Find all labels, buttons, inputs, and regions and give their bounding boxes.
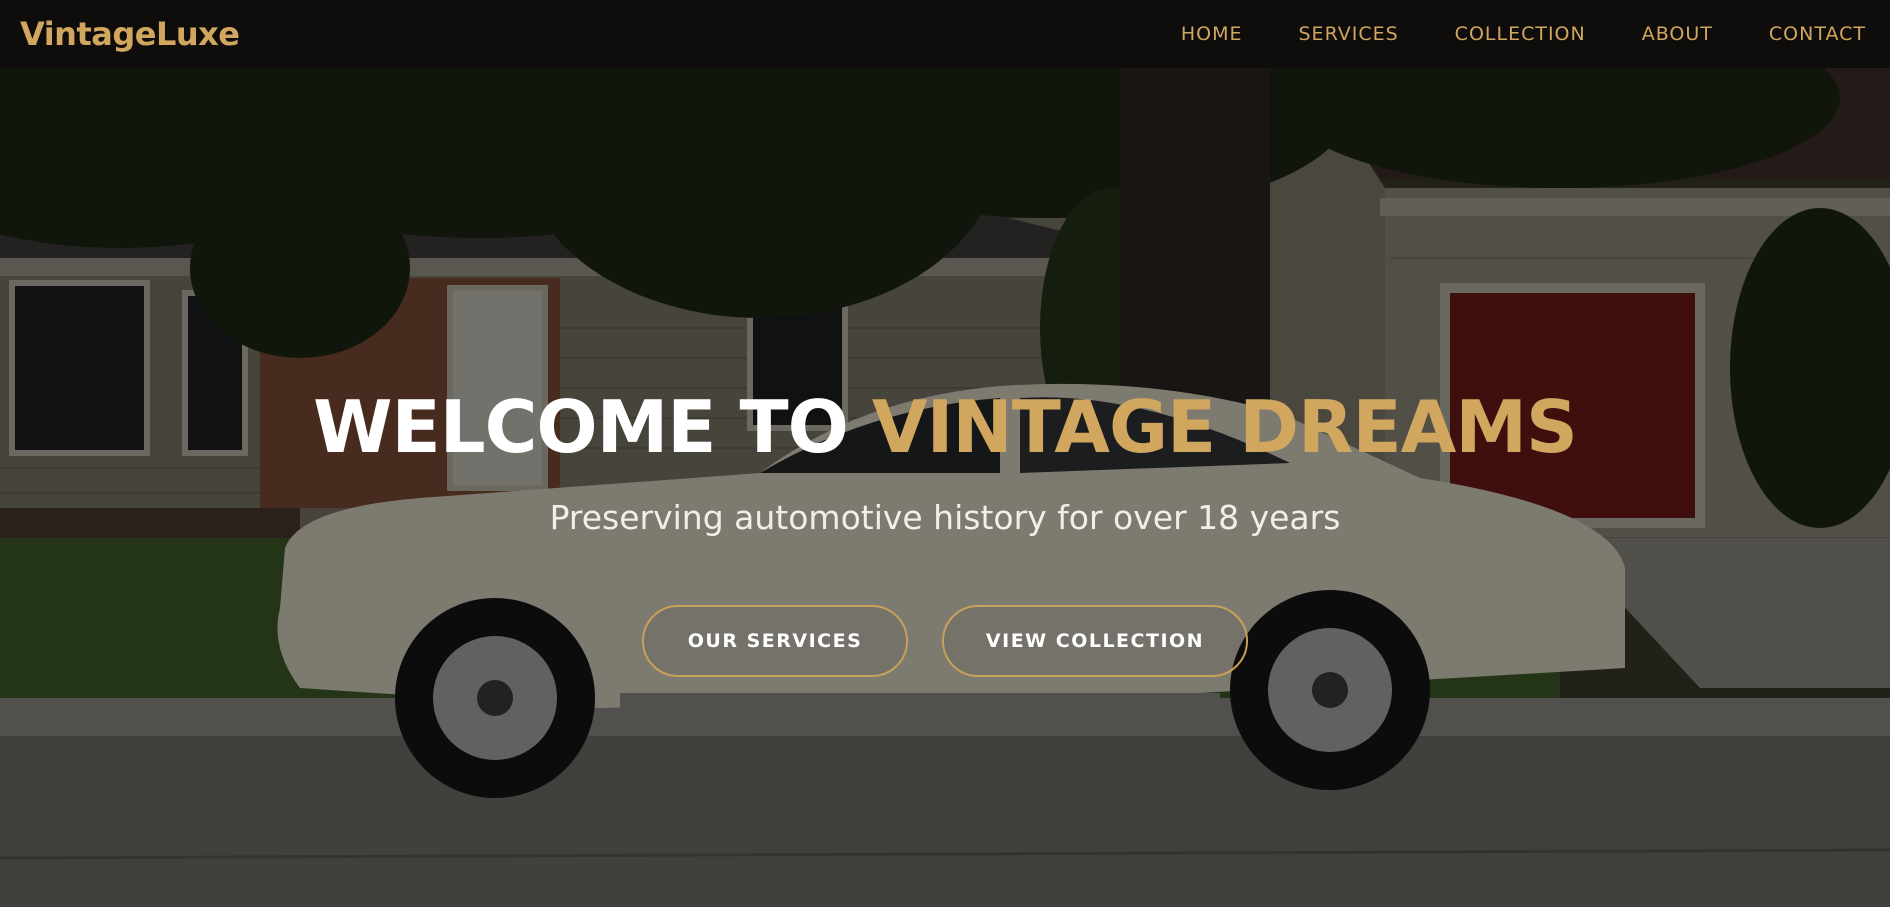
hero-section: WELCOME TO VINTAGE DREAMS Preserving aut… [0, 68, 1890, 907]
navbar: VintageLuxe HOME SERVICES COLLECTION ABO… [0, 0, 1890, 68]
view-collection-button[interactable]: VIEW COLLECTION [942, 605, 1248, 677]
hero-title: WELCOME TO VINTAGE DREAMS [0, 385, 1890, 469]
hero-subtitle: Preserving automotive history for over 1… [549, 498, 1341, 537]
nav-link-about[interactable]: ABOUT [1642, 23, 1713, 45]
hero-title-accent: VINTAGE DREAMS [871, 385, 1578, 469]
hero-button-group: OUR SERVICES VIEW COLLECTION [0, 605, 1890, 677]
nav-link-collection[interactable]: COLLECTION [1455, 23, 1586, 45]
nav-link-contact[interactable]: CONTACT [1769, 23, 1866, 45]
our-services-button[interactable]: OUR SERVICES [642, 605, 908, 677]
brand-logo[interactable]: VintageLuxe [20, 15, 240, 53]
nav-link-home[interactable]: HOME [1181, 23, 1243, 45]
hero-title-white: WELCOME TO [313, 385, 849, 469]
nav-link-services[interactable]: SERVICES [1299, 23, 1399, 45]
hero-content: WELCOME TO VINTAGE DREAMS Preserving aut… [0, 68, 1890, 907]
main-nav: HOME SERVICES COLLECTION ABOUT CONTACT [1181, 23, 1870, 45]
